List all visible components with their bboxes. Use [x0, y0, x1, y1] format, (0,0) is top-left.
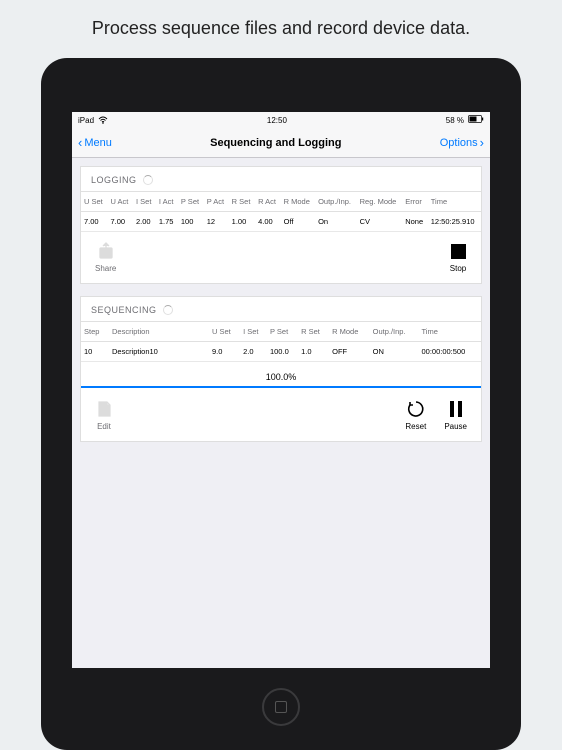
- logging-col: I Set: [133, 192, 156, 212]
- home-button[interactable]: [262, 688, 300, 726]
- logging-col: R Mode: [281, 192, 315, 212]
- logging-cell: 7.00: [107, 212, 133, 232]
- logging-cell: 100: [178, 212, 204, 232]
- seq-col: Step: [81, 322, 109, 342]
- device-screen: iPad 12:50 58 % ‹ Menu Sequencing and Lo…: [72, 112, 490, 668]
- options-label: Options: [440, 137, 478, 149]
- edit-icon: [95, 400, 113, 418]
- edit-button[interactable]: Edit: [95, 400, 113, 431]
- logging-cell: On: [315, 212, 357, 232]
- carrier-label: iPad: [78, 116, 94, 125]
- progress-bar[interactable]: [81, 386, 481, 388]
- logging-cell: Off: [281, 212, 315, 232]
- seq-col: R Set: [298, 322, 329, 342]
- back-label: Menu: [84, 137, 112, 149]
- seq-cell: OFF: [329, 342, 369, 362]
- nav-bar: ‹ Menu Sequencing and Logging Options ›: [72, 128, 490, 158]
- seq-col: Time: [418, 322, 481, 342]
- logging-cell: 4.00: [255, 212, 281, 232]
- share-label: Share: [95, 264, 116, 273]
- reset-button[interactable]: Reset: [405, 400, 426, 431]
- table-row: 10 Description10 9.0 2.0 100.0 1.0 OFF O…: [81, 342, 481, 362]
- logging-col: U Act: [107, 192, 133, 212]
- options-button[interactable]: Options ›: [440, 136, 484, 149]
- logging-cell: CV: [357, 212, 403, 232]
- chevron-left-icon: ‹: [78, 136, 82, 149]
- seq-col: R Mode: [329, 322, 369, 342]
- stop-label: Stop: [450, 264, 466, 273]
- logging-col: R Set: [229, 192, 255, 212]
- wifi-icon: [98, 116, 108, 124]
- edit-label: Edit: [97, 422, 111, 431]
- logging-col: Reg. Mode: [357, 192, 403, 212]
- seq-col: P Set: [267, 322, 298, 342]
- seq-col: Description: [109, 322, 209, 342]
- spinner-icon: [163, 305, 173, 315]
- page-headline: Process sequence files and record device…: [0, 0, 562, 51]
- sequencing-table: Step Description U Set I Set P Set R Set…: [81, 321, 481, 362]
- reset-icon: [407, 400, 425, 418]
- logging-cell: 2.00: [133, 212, 156, 232]
- reset-label: Reset: [405, 422, 426, 431]
- logging-col: Outp./Inp.: [315, 192, 357, 212]
- logging-col: R Act: [255, 192, 281, 212]
- sequencing-title: SEQUENCING: [91, 305, 157, 315]
- seq-cell: 10: [81, 342, 109, 362]
- logging-cell: 12: [204, 212, 229, 232]
- stop-button[interactable]: Stop: [449, 242, 467, 273]
- logging-title: LOGGING: [91, 175, 137, 185]
- seq-cell: 00:00:00:500: [418, 342, 481, 362]
- stop-icon: [449, 242, 467, 260]
- logging-col: Error: [402, 192, 428, 212]
- share-button[interactable]: Share: [95, 242, 116, 273]
- sequencing-card: SEQUENCING Step Description U Set I Set …: [80, 296, 482, 442]
- seq-cell: 2.0: [240, 342, 267, 362]
- pause-label: Pause: [444, 422, 467, 431]
- status-time: 12:50: [267, 116, 287, 125]
- logging-col: P Act: [204, 192, 229, 212]
- seq-cell: 100.0: [267, 342, 298, 362]
- logging-table: U Set U Act I Set I Act P Set P Act R Se…: [81, 191, 481, 232]
- seq-cell: ON: [370, 342, 419, 362]
- seq-col: Outp./Inp.: [370, 322, 419, 342]
- progress-label: 100.0%: [81, 368, 481, 386]
- spinner-icon: [143, 175, 153, 185]
- ipad-frame: iPad 12:50 58 % ‹ Menu Sequencing and Lo…: [41, 58, 521, 750]
- chevron-right-icon: ›: [480, 136, 484, 149]
- logging-col: P Set: [178, 192, 204, 212]
- back-button[interactable]: ‹ Menu: [78, 136, 112, 149]
- table-row: 7.00 7.00 2.00 1.75 100 12 1.00 4.00 Off…: [81, 212, 481, 232]
- logging-col: I Act: [156, 192, 178, 212]
- logging-cell: 12:50:25.910: [428, 212, 481, 232]
- nav-title: Sequencing and Logging: [210, 137, 341, 149]
- seq-col: I Set: [240, 322, 267, 342]
- pause-icon: [447, 400, 465, 418]
- seq-cell: 1.0: [298, 342, 329, 362]
- seq-col: U Set: [209, 322, 240, 342]
- logging-cell: None: [402, 212, 428, 232]
- logging-card: LOGGING U Set U Act I Set I Act P Set P …: [80, 166, 482, 284]
- pause-button[interactable]: Pause: [444, 400, 467, 431]
- status-bar: iPad 12:50 58 %: [72, 112, 490, 128]
- logging-cell: 1.75: [156, 212, 178, 232]
- battery-icon: [468, 115, 484, 125]
- logging-cell: 7.00: [81, 212, 107, 232]
- battery-percent: 58 %: [446, 116, 464, 125]
- home-icon: [275, 701, 287, 713]
- share-icon: [97, 242, 115, 260]
- logging-col: U Set: [81, 192, 107, 212]
- logging-cell: 1.00: [229, 212, 255, 232]
- logging-col: Time: [428, 192, 481, 212]
- seq-cell: 9.0: [209, 342, 240, 362]
- progress: 100.0%: [81, 362, 481, 390]
- seq-cell: Description10: [109, 342, 209, 362]
